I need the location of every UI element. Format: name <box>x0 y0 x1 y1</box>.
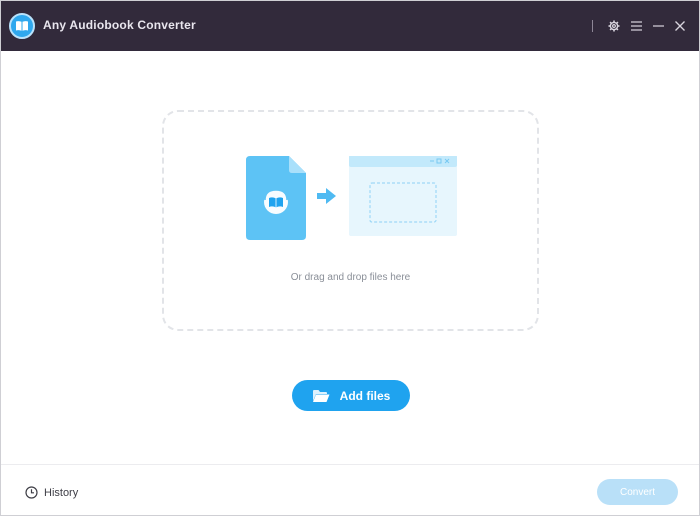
convert-label: Convert <box>619 486 655 498</box>
window-target-icon <box>349 156 457 236</box>
convert-button[interactable]: Convert <box>597 479 678 505</box>
settings-button[interactable] <box>605 17 623 35</box>
folder-open-icon <box>312 389 330 402</box>
title-bar: Any Audiobook Converter <box>1 1 699 51</box>
app-logo <box>9 13 35 39</box>
book-icon <box>16 21 28 31</box>
add-files-label: Add files <box>339 388 391 403</box>
history-label: History <box>44 486 79 499</box>
settings-icon <box>608 20 620 32</box>
menu-icon <box>630 21 642 31</box>
minimize-button[interactable] <box>649 17 667 35</box>
titlebar-divider <box>592 20 593 32</box>
arrow-right-icon <box>317 188 336 204</box>
footer-bar: History Convert <box>1 464 699 515</box>
drop-hint-text: Or drag and drop files here <box>290 272 411 283</box>
close-icon <box>675 21 685 31</box>
history-button[interactable]: History <box>25 486 78 499</box>
add-files-button[interactable]: Add files <box>292 380 410 411</box>
app-window: Any Audiobook Converter Or drag and drop… <box>0 0 700 516</box>
menu-button[interactable] <box>627 17 645 35</box>
clock-icon <box>25 486 38 499</box>
close-button[interactable] <box>671 17 689 35</box>
audiobook-file-icon <box>246 156 306 240</box>
app-title: Any Audiobook Converter <box>43 18 196 32</box>
minimize-icon <box>652 25 664 27</box>
drop-zone[interactable]: Or drag and drop files here <box>162 110 539 331</box>
drag-drop-illustration <box>246 156 457 240</box>
